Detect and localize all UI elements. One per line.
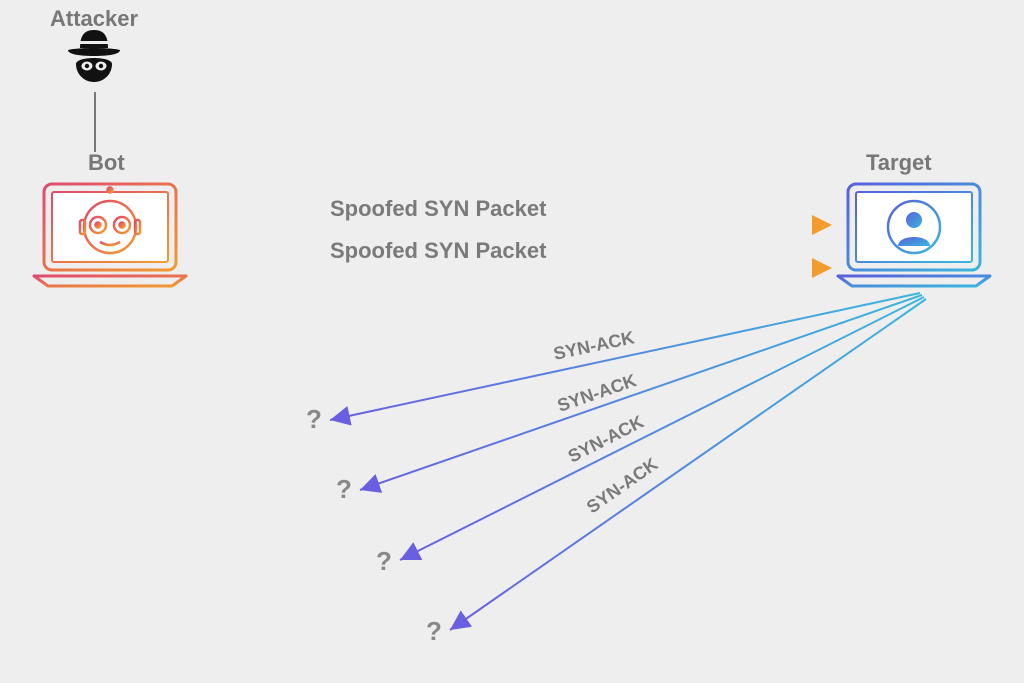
syn-ack-1-label: SYN-ACK [552, 327, 636, 364]
syn-ack-4-label: SYN-ACK [583, 454, 662, 517]
attacker-bot-connector [94, 92, 96, 152]
ack-arrow-3 [400, 297, 924, 560]
diagram-stage: Attacker Bot Target Spoofed SYN Packet S… [0, 0, 1024, 683]
bot-label: Bot [88, 150, 125, 176]
qmark-3: ? [376, 546, 392, 577]
ack-arrow-1 [330, 293, 920, 420]
syn-packet-1-label: Spoofed SYN Packet [330, 196, 546, 222]
attacker-icon [62, 28, 126, 88]
arrows-overlay: SYN-ACK SYN-ACK SYN-ACK SYN-ACK [0, 0, 1024, 683]
syn-ack-3-label: SYN-ACK [565, 412, 647, 467]
ack-arrow-4 [450, 299, 926, 630]
qmark-4: ? [426, 616, 442, 647]
bot-laptop-icon [30, 180, 190, 290]
qmark-2: ? [336, 474, 352, 505]
qmark-1: ? [306, 404, 322, 435]
target-laptop-icon [834, 180, 994, 290]
syn-ack-2-label: SYN-ACK [555, 370, 639, 416]
ack-arrow-2 [360, 295, 922, 490]
target-label: Target [866, 150, 932, 176]
syn-packet-2-label: Spoofed SYN Packet [330, 238, 546, 264]
